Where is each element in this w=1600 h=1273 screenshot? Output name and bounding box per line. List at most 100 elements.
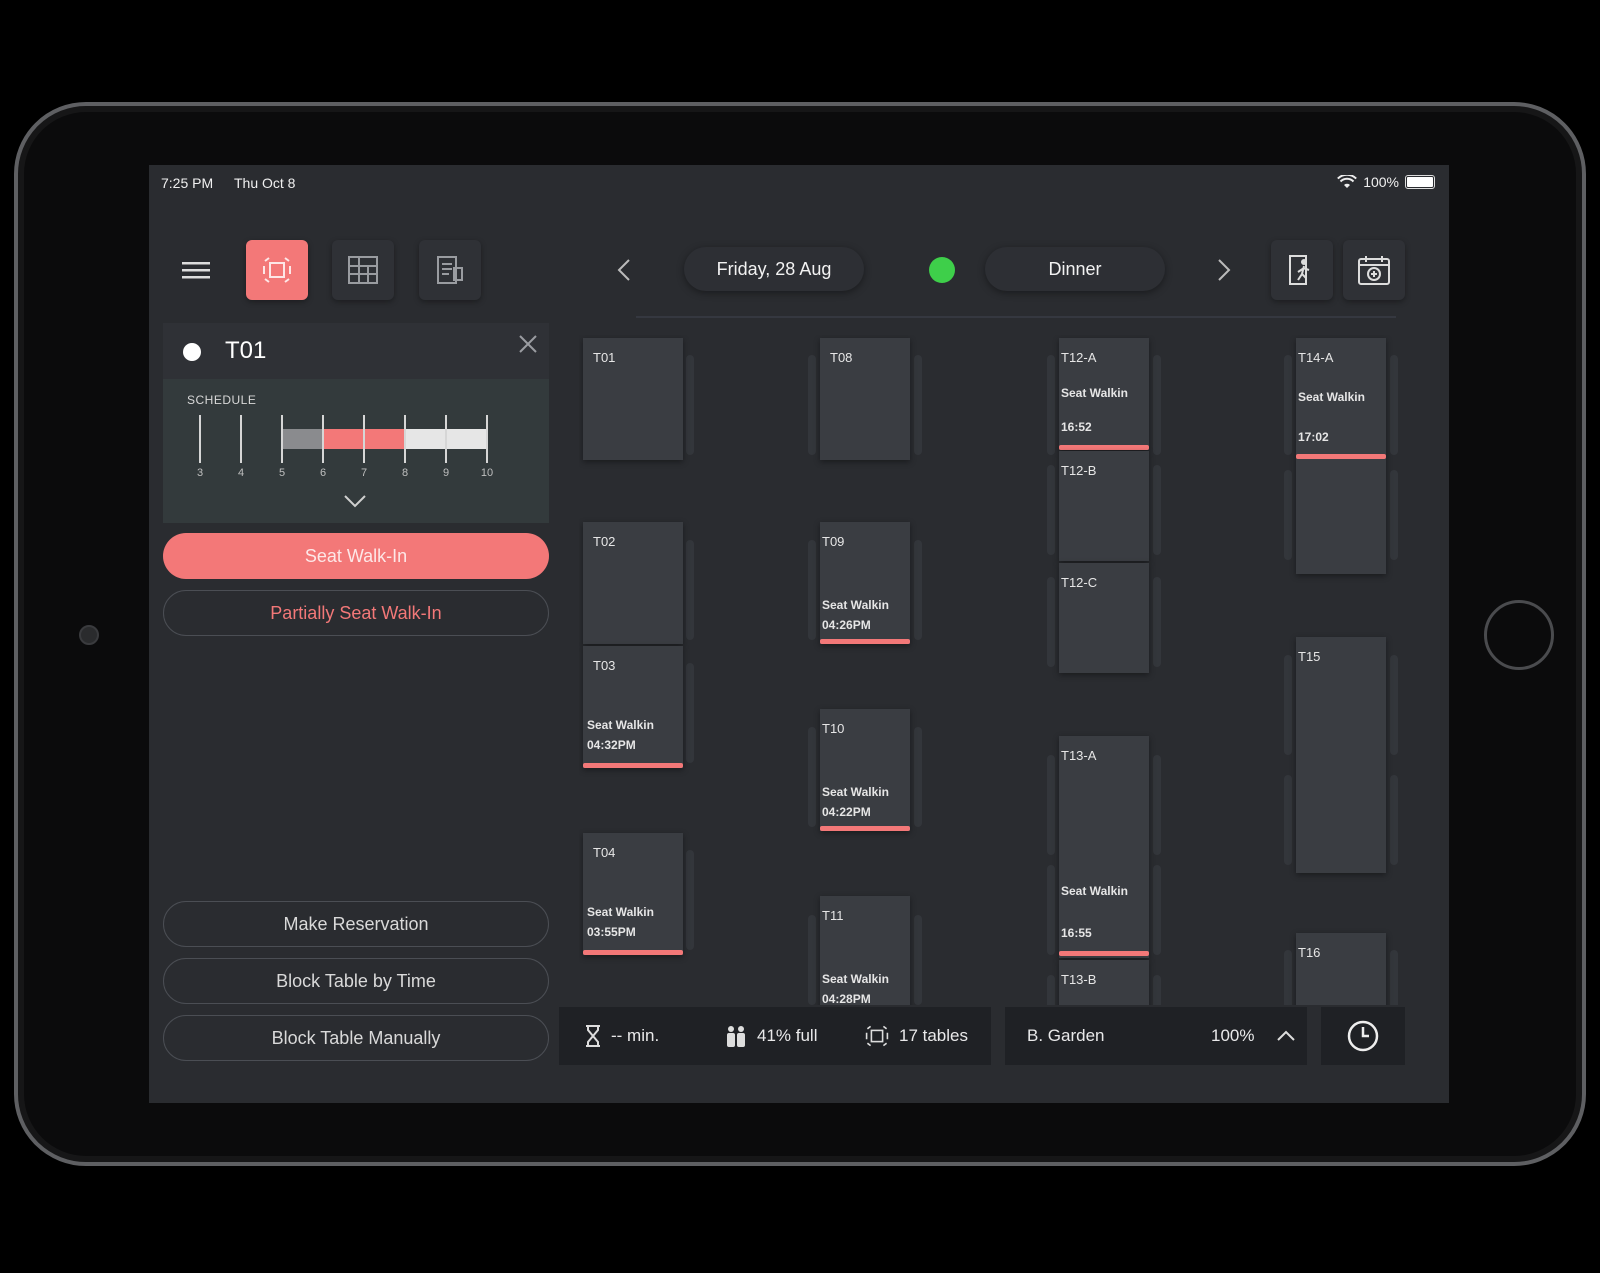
table-t15[interactable]: T15: [1296, 637, 1386, 873]
table-t14a[interactable]: T14-A Seat Walkin 17:02: [1296, 338, 1386, 574]
occupancy-value: 41% full: [757, 1026, 818, 1045]
schedule-tick: [486, 415, 488, 463]
table-time: 16:55: [1061, 926, 1092, 940]
walk-in-icon: [1289, 255, 1310, 285]
table-t01[interactable]: T01: [583, 338, 683, 460]
wifi-icon: [1337, 175, 1358, 188]
battery-percent: 100%: [1363, 174, 1399, 190]
block-table-by-time-button[interactable]: Block Table by Time: [163, 958, 549, 1004]
add-reservation-button[interactable]: [1343, 240, 1405, 300]
table-time: 03:55PM: [587, 925, 636, 939]
chair: [914, 540, 922, 640]
status-indicators: 100%: [1337, 174, 1435, 190]
schedule-tick-label: 9: [442, 467, 450, 479]
table-t04[interactable]: T04 Seat Walkin 03:55PM: [583, 833, 683, 955]
table-label: T13-A: [1061, 748, 1097, 763]
wait-time-value: -- min.: [611, 1026, 660, 1045]
table-t12c[interactable]: T12-C: [1059, 563, 1149, 673]
table-label: T14-A: [1298, 350, 1334, 365]
partial-seat-walkin-button[interactable]: Partially Seat Walk-In: [163, 590, 549, 636]
schedule-section: SCHEDULE 3 4 5 6 7 8 9 10: [163, 379, 549, 523]
date-selector[interactable]: Friday, 28 Aug: [684, 247, 864, 291]
schedule-tick: [240, 415, 242, 463]
occupancy-stat: 41% full: [725, 1025, 817, 1047]
panel-header: T01: [163, 323, 549, 379]
chair: [1284, 950, 1292, 1005]
chair: [1284, 775, 1292, 865]
table-t08[interactable]: T08: [820, 338, 910, 460]
table-t12a[interactable]: T12-A Seat Walkin 16:52: [1059, 338, 1149, 450]
table-t03[interactable]: T03 Seat Walkin 04:32PM: [583, 646, 683, 768]
chair: [686, 663, 694, 763]
table-occupancy-bar: [1059, 951, 1149, 956]
service-selector[interactable]: Dinner: [985, 247, 1165, 291]
chair: [1390, 355, 1398, 455]
chevron-down-icon[interactable]: [343, 493, 367, 509]
seat-walkin-button[interactable]: Seat Walk-In: [163, 533, 549, 579]
schedule-tick: [322, 415, 324, 463]
table-status-dot: [183, 343, 201, 361]
table-t02[interactable]: T02: [583, 522, 683, 644]
table-time: 17:02: [1298, 430, 1329, 444]
clock-icon: [1347, 1020, 1379, 1052]
table-label: T04: [593, 845, 616, 860]
table-t09[interactable]: T09 Seat Walkin 04:26PM: [820, 522, 910, 644]
chevron-up-icon: [1277, 1030, 1295, 1041]
table-status: Seat Walkin: [822, 785, 889, 799]
table-t16[interactable]: T16: [1296, 933, 1386, 1005]
grid-icon: [348, 256, 378, 284]
table-t11[interactable]: T11 Seat Walkin 04:28PM: [820, 896, 910, 1005]
schedule-tick-label: 10: [480, 467, 494, 479]
chair: [1153, 577, 1161, 667]
schedule-tick-label: 5: [278, 467, 286, 479]
chair: [1153, 755, 1161, 855]
floor-stats-bar: -- min. 41% full 17 tables: [559, 1007, 991, 1065]
chair: [1284, 470, 1292, 560]
table-occupancy-bar: [820, 826, 910, 831]
schedule-tick: [199, 415, 201, 463]
chair: [1390, 950, 1398, 1005]
table-time: 04:26PM: [822, 618, 871, 632]
chair: [808, 355, 816, 455]
schedule-label: SCHEDULE: [187, 393, 257, 407]
table-label: T08: [830, 350, 853, 365]
table-t13b[interactable]: T13-B: [1059, 960, 1149, 1005]
floor-plan-view-button[interactable]: [246, 240, 308, 300]
table-label: T10: [822, 721, 845, 736]
online-status-dot: [929, 257, 955, 283]
table-status: Seat Walkin: [822, 972, 889, 986]
chevron-right-icon: [1218, 259, 1231, 281]
table-t13a[interactable]: T13-A Seat Walkin 16:55: [1059, 736, 1149, 958]
timeline-button[interactable]: [1321, 1007, 1405, 1065]
menu-button[interactable]: [165, 240, 227, 300]
chair: [914, 727, 922, 827]
walk-in-button[interactable]: [1271, 240, 1333, 300]
table-t12b[interactable]: T12-B: [1059, 451, 1149, 561]
grid-view-button[interactable]: [332, 240, 394, 300]
next-day-button[interactable]: [1209, 255, 1239, 285]
close-icon[interactable]: [517, 333, 539, 355]
table-icon: [865, 1025, 889, 1047]
area-selector[interactable]: B. Garden 100%: [1005, 1007, 1307, 1065]
hamburger-icon: [182, 262, 210, 279]
toolbar-divider: [636, 316, 1396, 318]
make-reservation-button[interactable]: Make Reservation: [163, 901, 549, 947]
chair: [1047, 865, 1055, 955]
list-view-button[interactable]: [419, 240, 481, 300]
schedule-tick: [404, 415, 406, 463]
floor-plan-icon: [263, 257, 291, 283]
chair: [914, 915, 922, 1005]
tables-count: 17 tables: [899, 1026, 968, 1045]
chair: [1284, 355, 1292, 455]
calendar-add-icon: [1358, 256, 1390, 285]
chair: [808, 727, 816, 827]
table-status: Seat Walkin: [1061, 884, 1128, 898]
prev-day-button[interactable]: [609, 255, 639, 285]
block-table-manually-button[interactable]: Block Table Manually: [163, 1015, 549, 1061]
chair: [1047, 755, 1055, 855]
schedule-tick: [445, 415, 447, 463]
status-time: 7:25 PM: [161, 175, 214, 191]
table-detail-panel: T01 SCHEDULE 3 4 5 6 7 8 9 10 Seat Walk-…: [163, 323, 549, 1088]
table-t10[interactable]: T10 Seat Walkin 04:22PM: [820, 709, 910, 831]
table-occupancy-bar: [583, 763, 683, 768]
